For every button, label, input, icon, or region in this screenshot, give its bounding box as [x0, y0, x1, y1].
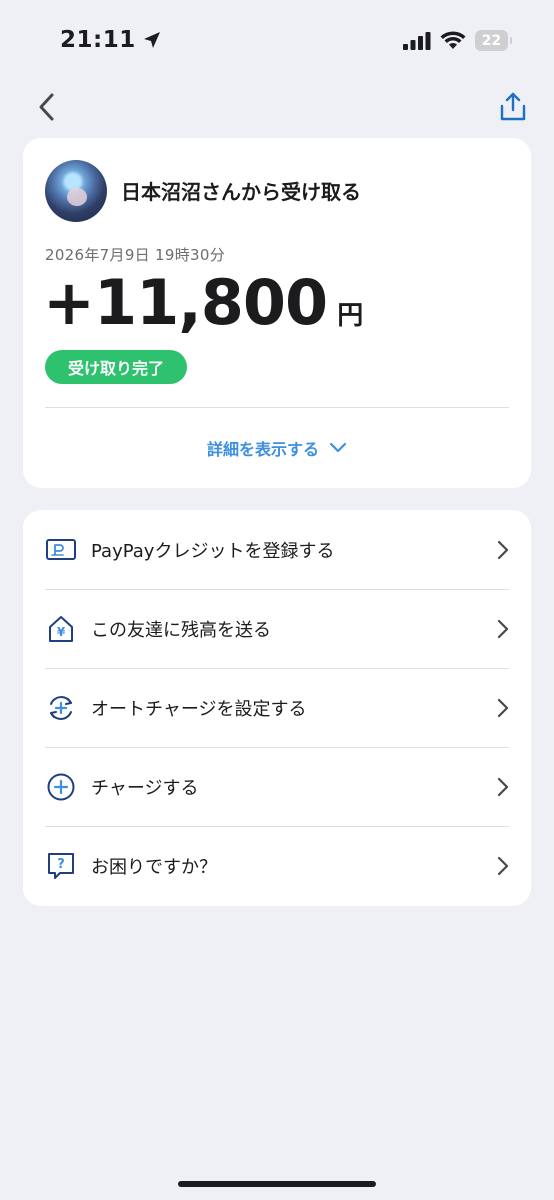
- chevron-right-icon: [497, 856, 511, 876]
- menu-item-auto-charge[interactable]: オートチャージを設定する: [23, 668, 531, 747]
- wifi-icon: [440, 31, 466, 49]
- home-indicator[interactable]: [178, 1181, 376, 1187]
- chevron-right-icon: [497, 619, 511, 639]
- chevron-right-icon: [497, 777, 511, 797]
- status-badge: 受け取り完了: [45, 350, 188, 384]
- send-yen-icon: ¥: [45, 613, 77, 645]
- chevron-right-icon: [497, 540, 511, 560]
- svg-text:¥: ¥: [57, 625, 66, 639]
- menu-item-help[interactable]: ? お困りですか？: [23, 826, 531, 905]
- status-time-group: 21:11: [60, 27, 162, 53]
- battery-icon: 22: [475, 30, 512, 51]
- chevron-down-icon: [329, 442, 347, 453]
- chevron-left-icon: [39, 93, 54, 121]
- transaction-date: 2026年7月9日 19時30分: [45, 246, 226, 264]
- menu-item-charge[interactable]: チャージする: [23, 747, 531, 826]
- menu-item-send-balance[interactable]: ¥ この友達に残高を送る: [23, 589, 531, 668]
- show-details-link[interactable]: 詳細を表示する: [23, 436, 531, 460]
- auto-charge-icon: [45, 692, 77, 724]
- amount-row: +11,800 円: [43, 266, 363, 339]
- avatar: [45, 160, 107, 222]
- divider: [45, 407, 509, 408]
- amount-unit: 円: [337, 301, 364, 331]
- battery-level: 22: [481, 32, 502, 49]
- app-screen: 21:11 22 日本沼沼さんから受け取る 2026年7月9日 19時30分 +…: [0, 0, 554, 1200]
- status-indicators: 22: [403, 30, 512, 51]
- cellular-signal-icon: [403, 31, 431, 50]
- chevron-right-icon: [497, 698, 511, 718]
- amount-value: +11,800: [43, 266, 328, 339]
- menu-item-register-credit[interactable]: PayPayクレジットを登録する: [23, 510, 531, 589]
- transaction-card: 日本沼沼さんから受け取る 2026年7月9日 19時30分 +11,800 円 …: [23, 138, 531, 488]
- back-button[interactable]: [32, 90, 60, 124]
- sender-title: 日本沼沼さんから受け取る: [121, 180, 361, 204]
- status-bar: 21:11 22: [0, 0, 554, 80]
- share-button[interactable]: [498, 90, 528, 124]
- svg-text:?: ?: [57, 857, 65, 872]
- show-details-label: 詳細を表示する: [206, 440, 319, 459]
- help-icon: ?: [45, 850, 77, 882]
- location-arrow-icon: [143, 32, 160, 48]
- menu-item-label: お困りですか？: [91, 856, 217, 878]
- menu-item-label: チャージする: [91, 777, 199, 799]
- status-time: 21:11: [60, 27, 136, 53]
- menu-item-label: PayPayクレジットを登録する: [91, 540, 335, 562]
- share-icon: [500, 92, 526, 121]
- plus-circle-icon: [45, 771, 77, 803]
- paypay-card-icon: [45, 534, 77, 566]
- actions-menu: PayPayクレジットを登録する ¥ この友達に残高を送る オートチャージを設定…: [23, 510, 531, 906]
- menu-item-label: この友達に残高を送る: [91, 619, 271, 641]
- menu-item-label: オートチャージを設定する: [91, 698, 307, 720]
